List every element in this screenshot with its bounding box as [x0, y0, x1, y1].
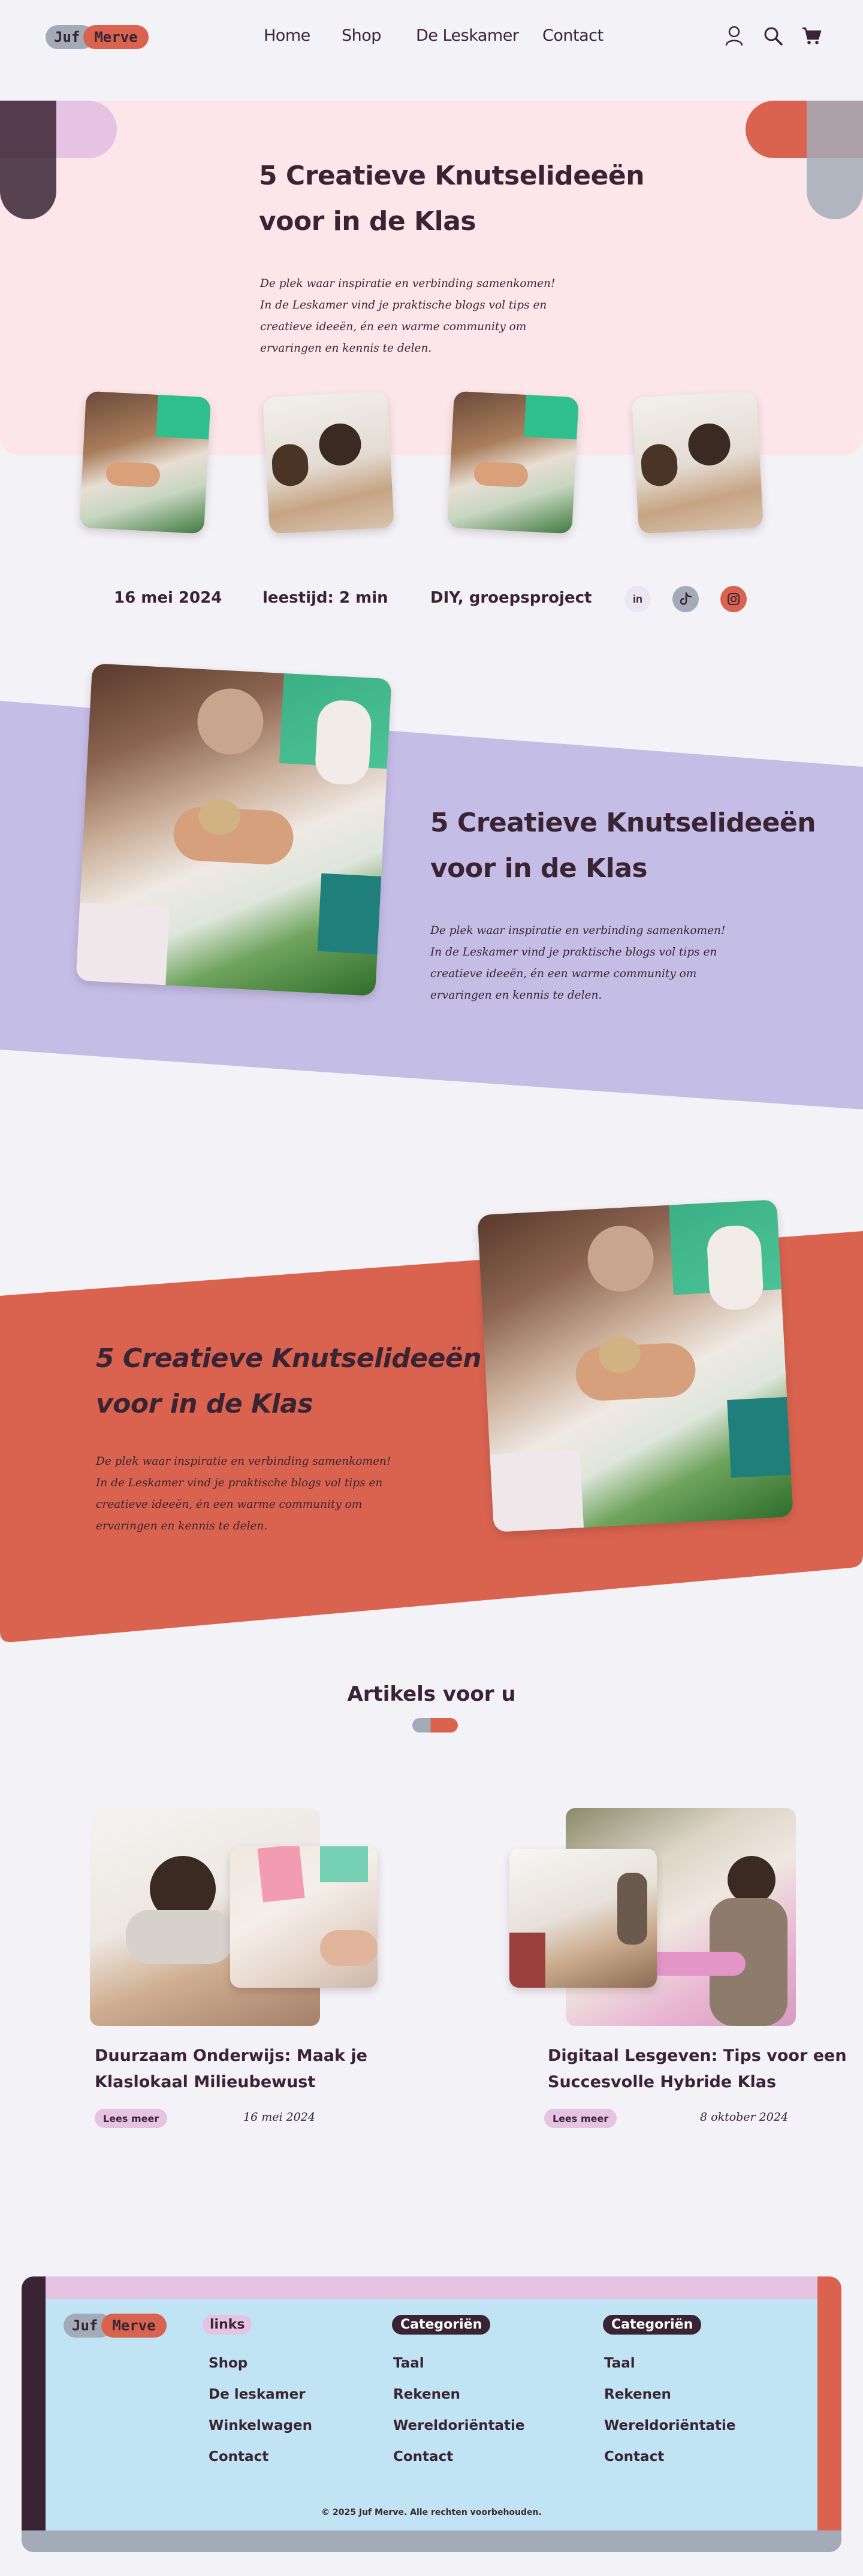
footer-logo[interactable]: Juf Merve: [64, 2314, 167, 2338]
purple-section-paragraph: De plek waar inspiratie en verbinding sa…: [430, 920, 725, 1006]
articles-heading: Artikels voor u: [347, 1682, 516, 1706]
nav-home[interactable]: Home: [264, 26, 310, 45]
footer-bottom-bar: [22, 2530, 841, 2552]
footer-cat2-rekenen[interactable]: Rekenen: [604, 2387, 671, 2402]
hero-title-line-1: 5 Creatieve Knutselideeën: [259, 161, 645, 191]
orange-title-line-1: 5 Creatieve Knutselideeën: [96, 1343, 482, 1374]
nav-shop[interactable]: Shop: [342, 26, 381, 45]
footer-top-bar: [22, 2276, 841, 2299]
article-1-read-more-button[interactable]: Lees meer: [95, 2109, 168, 2128]
linkedin-icon[interactable]: in: [624, 586, 651, 612]
footer-copyright: © 2025 Juf Merve. Alle rechten voorbehou…: [321, 2508, 542, 2517]
hero-paragraph: De plek waar inspiratie en verbinding sa…: [260, 273, 555, 359]
hero-title: 5 Creatieve Knutselideeën voor in de Kla…: [259, 153, 645, 244]
purple-para-line-2: In de Leskamer vind je praktische blogs …: [430, 946, 717, 959]
footer-cat1-wereldorientatie[interactable]: Wereldoriëntatie: [393, 2418, 524, 2433]
hero-para-line-3: creatieve ideeën, én een warme community…: [260, 321, 527, 333]
site-header: Juf Merve Home Shop De Leskamer Contact: [0, 0, 863, 75]
orange-para-line-4: ervaringen en kennis te delen.: [96, 1520, 268, 1532]
post-date: 16 mei 2024: [114, 589, 222, 607]
article-2-read-more-button[interactable]: Lees meer: [544, 2109, 617, 2128]
article-2-title-line-2: Succesvolle Hybride Klas: [548, 2073, 777, 2091]
article-1-title-line-2: Klaslokaal Milieubewust: [95, 2073, 316, 2091]
orange-para-line-2: In de Leskamer vind je praktische blogs …: [96, 1477, 383, 1489]
footer-cat1-contact[interactable]: Contact: [393, 2449, 453, 2465]
article-1-photo-secondary: [230, 1846, 378, 1988]
footer-links-heading: links: [203, 2315, 252, 2335]
orange-title-line-2: voor in de Klas: [96, 1389, 313, 1419]
article-2-title-line-1: Digitaal Lesgeven: Tips voor een: [548, 2046, 847, 2065]
purple-title-line-1: 5 Creatieve Knutselideeën: [430, 808, 816, 838]
footer-cat1-taal[interactable]: Taal: [393, 2356, 424, 2371]
article-1-title[interactable]: Duurzaam Onderwijs: Maak je Klaslokaal M…: [95, 2043, 367, 2096]
purple-title-line-2: voor in de Klas: [430, 853, 648, 884]
hero-para-line-2: In de Leskamer vind je praktische blogs …: [260, 299, 547, 312]
nav-de-leskamer[interactable]: De Leskamer: [416, 26, 519, 45]
footer-cat2-wereldorientatie[interactable]: Wereldoriëntatie: [604, 2418, 735, 2433]
purple-para-line-4: ervaringen en kennis te delen.: [430, 989, 602, 1002]
footer-logo-part-2: Merve: [101, 2314, 167, 2338]
orange-para-line-1: De plek waar inspiratie en verbinding sa…: [96, 1455, 391, 1468]
hero-deco-plum: [0, 101, 56, 219]
footer-categories-heading-2: Categoriën: [603, 2315, 702, 2335]
article-1-date: 16 mei 2024: [243, 2111, 315, 2124]
article-2-photo-secondary: [509, 1849, 657, 1988]
brand-logo[interactable]: Juf Merve: [46, 25, 149, 49]
footer-categories-heading-1: Categoriën: [392, 2315, 491, 2335]
tiktok-icon[interactable]: [672, 586, 699, 612]
orange-para-line-3: creatieve ideeën, én een warme community…: [96, 1498, 363, 1511]
article-2-date: 8 oktober 2024: [700, 2111, 789, 2124]
purple-section-photo: [76, 663, 392, 996]
footer-cat1-rekenen[interactable]: Rekenen: [393, 2387, 460, 2402]
search-icon[interactable]: [761, 24, 785, 48]
articles-heading-decoration: [412, 1718, 458, 1733]
hero-photo-crafts-1: [79, 391, 211, 534]
purple-para-line-1: De plek waar inspiratie en verbinding sa…: [430, 924, 726, 937]
footer-link-contact[interactable]: Contact: [209, 2449, 268, 2465]
orange-section-title: 5 Creatieve Knutselideeën voor in de Kla…: [96, 1336, 482, 1427]
footer-cat2-contact[interactable]: Contact: [604, 2449, 664, 2465]
hero-photo-boy-writing-2: [632, 391, 764, 534]
hero-deco-grey: [807, 101, 863, 219]
nav-contact[interactable]: Contact: [542, 26, 604, 45]
instagram-icon[interactable]: [720, 586, 747, 612]
footer-link-shop[interactable]: Shop: [209, 2356, 248, 2371]
orange-section-photo: [477, 1199, 793, 1532]
article-1-title-line-1: Duurzaam Onderwijs: Maak je: [95, 2046, 367, 2065]
purple-section-title: 5 Creatieve Knutselideeën voor in de Kla…: [430, 800, 816, 891]
user-icon[interactable]: [722, 24, 746, 48]
footer-cat2-taal[interactable]: Taal: [604, 2356, 635, 2371]
hero-photo-crafts-2: [447, 391, 579, 534]
orange-section-paragraph: De plek waar inspiratie en verbinding sa…: [96, 1451, 391, 1537]
purple-para-line-3: creatieve ideeën, én een warme community…: [430, 967, 697, 980]
hero-photo-boy-writing-1: [262, 391, 394, 534]
logo-part-2: Merve: [83, 25, 149, 49]
article-2-title[interactable]: Digitaal Lesgeven: Tips voor een Succesv…: [548, 2043, 847, 2096]
cart-icon[interactable]: [799, 24, 823, 48]
hero-para-line-4: ervaringen en kennis te delen.: [260, 342, 432, 355]
post-read-time: leestijd: 2 min: [262, 589, 388, 607]
post-category: DIY, groepsproject: [430, 589, 592, 607]
footer-link-winkelwagen[interactable]: Winkelwagen: [209, 2418, 312, 2433]
linkedin-label: in: [633, 592, 642, 605]
hero-para-line-1: De plek waar inspiratie en verbinding sa…: [260, 277, 556, 290]
footer-link-de-leskamer[interactable]: De leskamer: [209, 2387, 306, 2402]
hero-title-line-2: voor in de Klas: [259, 206, 476, 237]
